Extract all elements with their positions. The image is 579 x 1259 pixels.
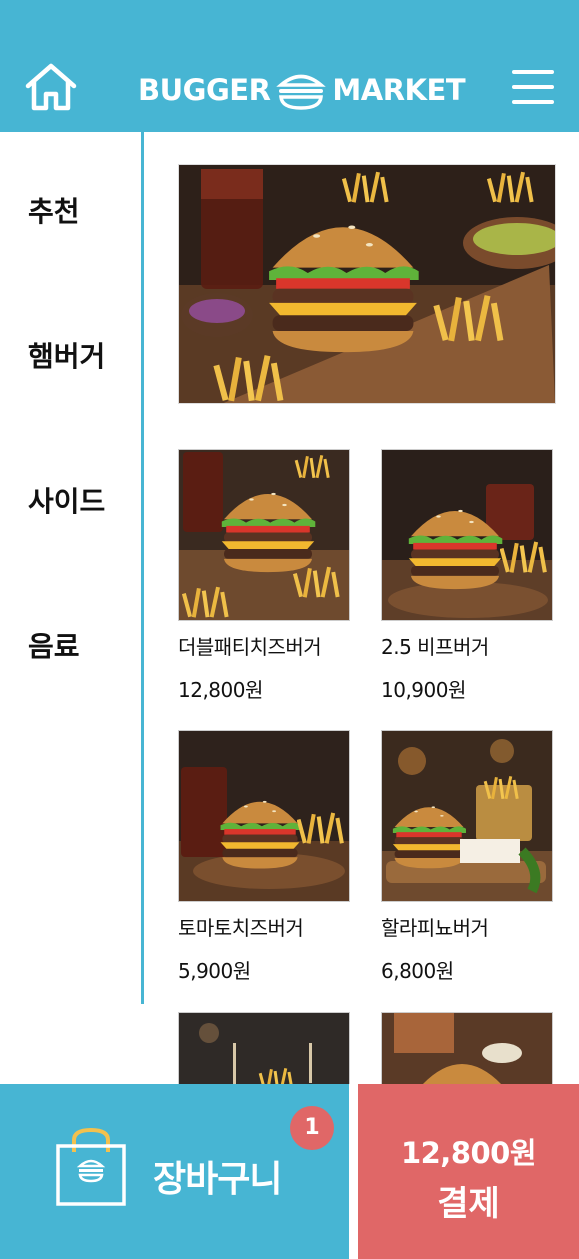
- hamburger-menu-icon: [512, 70, 554, 74]
- burger-photo: [179, 1013, 349, 1084]
- product-price: 12,800원: [178, 678, 263, 702]
- product-price: 10,900원: [381, 678, 466, 702]
- burger-photo: [382, 1013, 552, 1084]
- product-price: 5,900원: [178, 959, 251, 983]
- logo-text-right: MARKET: [332, 73, 466, 107]
- pay-total: 12,800원: [400, 1136, 537, 1170]
- shopping-bag-icon: [56, 1127, 126, 1206]
- category-drink[interactable]: 음료: [28, 625, 80, 665]
- product-card-partial[interactable]: [381, 1012, 553, 1084]
- cart-count-badge: 1: [290, 1106, 334, 1150]
- category-side[interactable]: 사이드: [28, 480, 105, 520]
- logo-text-left: BUGGER: [138, 73, 271, 107]
- hero-burger-illustration: [179, 165, 555, 403]
- product-image: [381, 1012, 553, 1084]
- category-recommend[interactable]: 추천: [28, 190, 80, 230]
- burger-photo: [382, 450, 552, 620]
- top-header: BUGGER MARKET: [0, 0, 579, 132]
- hero-banner-image[interactable]: [178, 164, 556, 404]
- product-image: [381, 730, 553, 902]
- brand-logo[interactable]: BUGGER MARKET: [138, 70, 466, 110]
- product-image: [178, 449, 350, 621]
- bottom-action-bar: 장바구니 1 12,800원 결제: [0, 1084, 579, 1259]
- category-hamburger[interactable]: 햄버거: [28, 335, 105, 375]
- product-card[interactable]: 더블패티치즈버거 12,800원: [178, 449, 350, 703]
- product-card[interactable]: 2.5 비프버거 10,900원: [381, 449, 553, 703]
- product-card[interactable]: 할라피뇨버거 6,800원: [381, 730, 553, 984]
- burger-photo: [179, 450, 349, 620]
- menu-icon-line: [512, 85, 554, 89]
- home-icon: [25, 63, 77, 111]
- cart-button[interactable]: 장바구니 1: [0, 1084, 349, 1259]
- menu-icon-line: [512, 100, 554, 104]
- burger-logo-icon: [276, 74, 327, 110]
- product-image: [178, 730, 350, 902]
- cart-label: 장바구니: [153, 1159, 282, 1200]
- product-price: 6,800원: [381, 959, 454, 983]
- product-name: 할라피뇨버거: [381, 916, 489, 940]
- product-image: [178, 1012, 350, 1084]
- product-card-partial[interactable]: [178, 1012, 350, 1084]
- category-sidebar: 추천 햄버거 사이드 음료: [0, 132, 144, 1004]
- burger-photo: [382, 731, 552, 901]
- product-name: 2.5 비프버거: [381, 635, 489, 659]
- home-button[interactable]: [24, 62, 78, 112]
- product-name: 더블패티치즈버거: [178, 635, 322, 659]
- pay-button[interactable]: 12,800원 결제: [358, 1084, 579, 1259]
- product-list: 더블패티치즈버거 12,800원 2.5 비프버거 10,900원 토마토치즈버…: [145, 132, 579, 1084]
- menu-button[interactable]: [512, 70, 554, 108]
- product-card[interactable]: 토마토치즈버거 5,900원: [178, 730, 350, 984]
- burger-photo: [179, 731, 349, 901]
- product-image: [381, 449, 553, 621]
- product-name: 토마토치즈버거: [178, 916, 304, 940]
- pay-label: 결제: [437, 1184, 500, 1224]
